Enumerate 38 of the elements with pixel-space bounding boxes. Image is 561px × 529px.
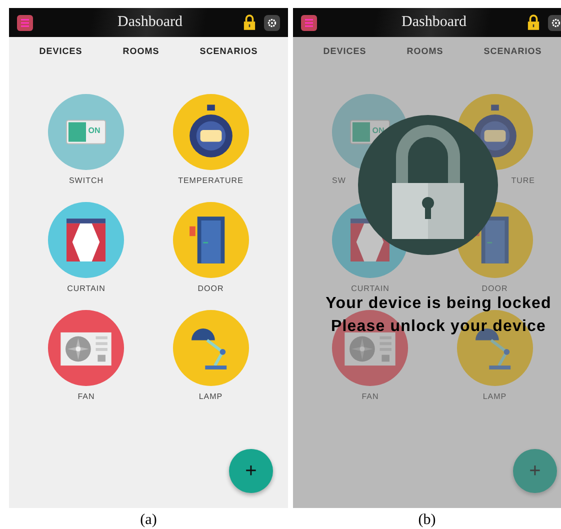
- device-label: CURTAIN: [351, 284, 390, 293]
- switch-state-text: ON: [88, 126, 100, 135]
- settings-icon[interactable]: [264, 14, 280, 30]
- timer-device-icon[interactable]: [172, 93, 250, 171]
- lock-message: Your device is being locked: [326, 295, 552, 313]
- tab[interactable]: DEVICES: [35, 44, 86, 58]
- tab[interactable]: ROOMS: [118, 44, 164, 58]
- device-label: SWITCH: [68, 176, 104, 185]
- door-device-icon[interactable]: [172, 201, 250, 279]
- padlock-icon[interactable]: [527, 14, 540, 31]
- device-label: FAN: [362, 392, 379, 401]
- tab[interactable]: SCENARIOS: [480, 44, 546, 58]
- curtain-device-icon[interactable]: [47, 201, 126, 279]
- device-label: DOOR: [198, 284, 224, 293]
- device-label: FAN: [78, 392, 95, 401]
- tab[interactable]: SCENARIOS: [196, 44, 262, 58]
- switch-device-icon[interactable]: [47, 93, 126, 171]
- tab[interactable]: DEVICES: [319, 44, 370, 58]
- figure-caption: (a): [140, 512, 157, 529]
- device-label: LAMP: [198, 392, 223, 401]
- device-label: LAMP: [482, 392, 507, 401]
- device-label: SW: [332, 176, 346, 185]
- screen-title: Dashboard: [400, 14, 468, 31]
- figure-caption: (b): [418, 512, 436, 529]
- menu-icon[interactable]: [301, 14, 317, 30]
- lamp-device-icon[interactable]: [172, 309, 250, 387]
- padlock-badge-icon: [358, 115, 498, 255]
- menu-icon[interactable]: [17, 14, 33, 30]
- device-label: CURTAIN: [67, 284, 106, 293]
- padlock-icon[interactable]: [243, 14, 256, 31]
- switch-state-text: ON: [372, 126, 384, 135]
- screen-title: Dashboard: [116, 14, 184, 31]
- device-label: TEMPERATURE: [178, 176, 244, 185]
- device-label: TURE: [511, 176, 535, 185]
- add-button[interactable]: +: [229, 449, 273, 493]
- settings-icon[interactable]: [548, 14, 561, 30]
- tab[interactable]: ROOMS: [402, 44, 448, 58]
- device-label: DOOR: [482, 284, 508, 293]
